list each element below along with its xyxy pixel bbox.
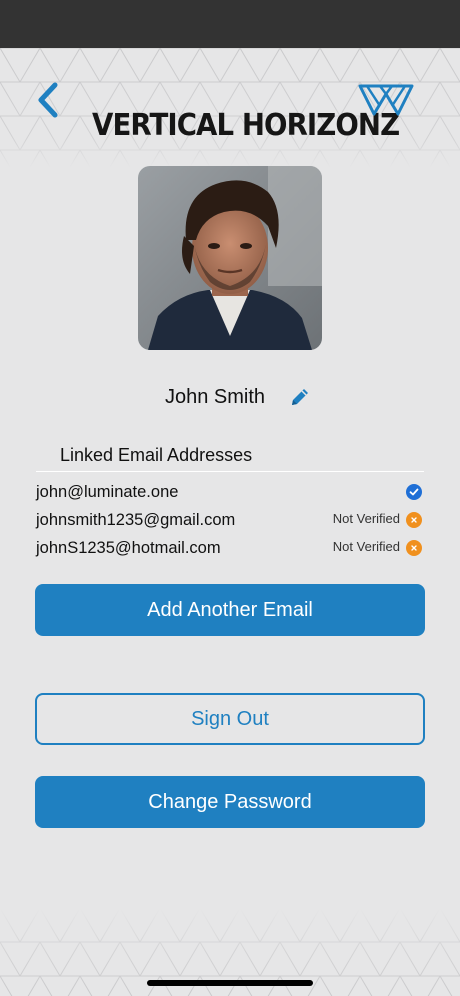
edit-name-button[interactable] — [288, 385, 312, 409]
profile-name: John Smith — [164, 386, 266, 408]
x-circle-icon — [406, 540, 422, 556]
linked-emails-heading: Linked Email Addresses — [60, 445, 253, 465]
status-bar — [0, 0, 460, 48]
verification-status: Not Verified — [332, 511, 400, 526]
profile-name-row: John Smith — [0, 380, 460, 414]
list-item: johnS1235@hotmail.com Not Verified — [36, 534, 424, 562]
chevron-left-icon — [38, 82, 58, 118]
email-address: john@luminate.one — [36, 483, 179, 501]
avatar — [138, 166, 322, 350]
sign-out-button[interactable]: Sign Out — [35, 693, 425, 745]
x-circle-icon — [406, 512, 422, 528]
verification-status: Not Verified — [332, 539, 400, 554]
profile-photo — [138, 166, 322, 350]
brand-logo-text: VERTICAL HORIZONZ — [92, 108, 400, 143]
list-item: johnsmith1235@gmail.com Not Verified — [36, 506, 424, 534]
pencil-icon — [292, 389, 308, 405]
email-address: johnsmith1235@gmail.com — [36, 511, 236, 529]
add-email-button[interactable]: Add Another Email — [35, 584, 425, 636]
section-divider — [36, 471, 424, 472]
list-item: john@luminate.one — [36, 478, 424, 506]
check-circle-icon — [406, 484, 422, 500]
change-password-button[interactable]: Change Password — [35, 776, 425, 828]
header: VERTICAL HORIZONZ — [0, 48, 460, 168]
vh-logo-icon — [358, 84, 414, 116]
home-indicator[interactable] — [147, 980, 313, 986]
email-address: johnS1235@hotmail.com — [36, 539, 221, 557]
back-button[interactable] — [30, 78, 66, 122]
